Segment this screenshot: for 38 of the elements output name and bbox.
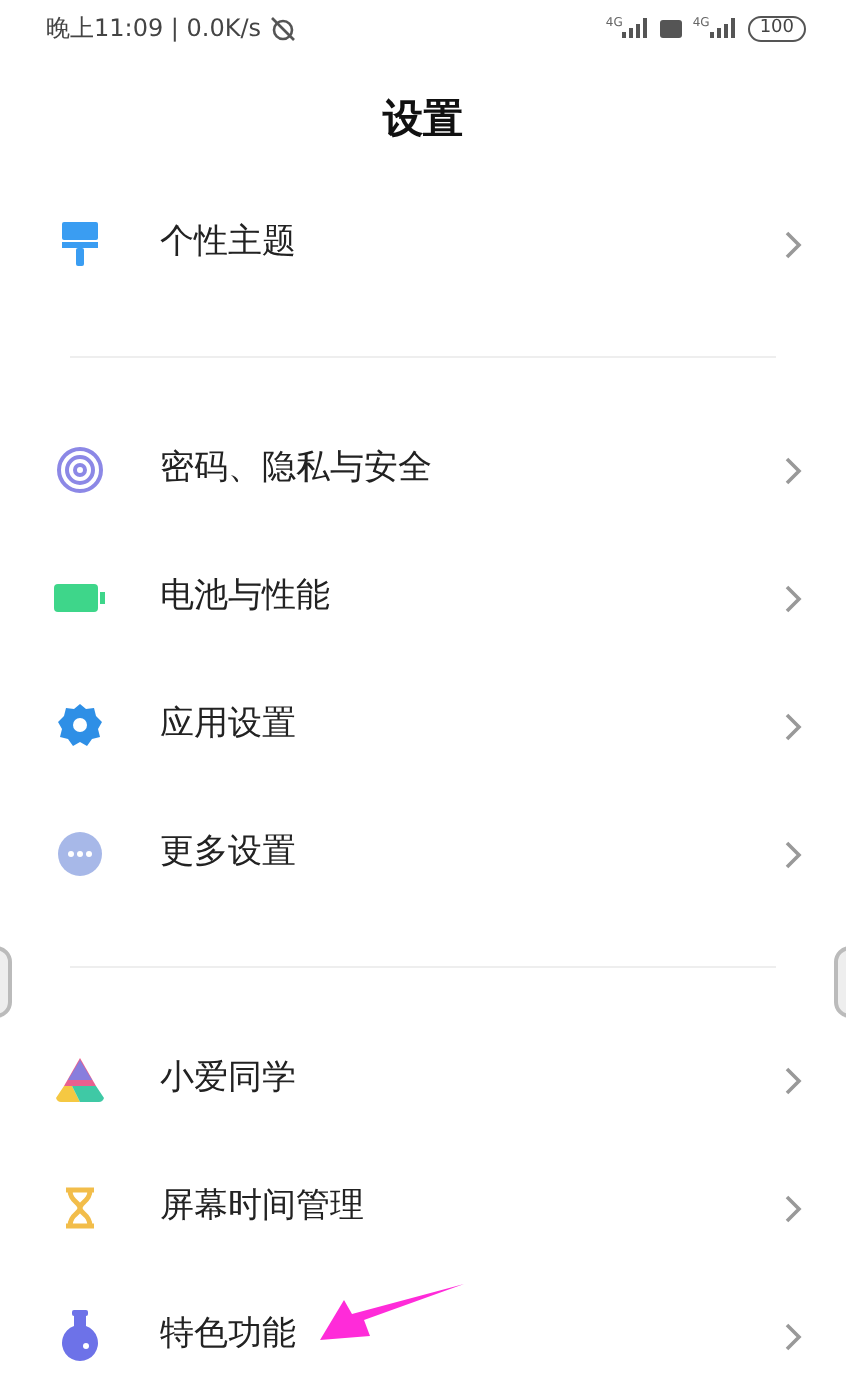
battery-icon [54, 582, 106, 614]
signal-icon [709, 18, 738, 38]
settings-item[interactable]: 密码、隐私与安全 [0, 406, 846, 534]
item-label: 电池与性能 [160, 574, 332, 621]
settings-item[interactable]: 小爱同学 [0, 1016, 846, 1144]
assistant-logo-icon [56, 1058, 104, 1102]
chevron-right-icon [784, 839, 802, 869]
flask-icon [58, 1310, 102, 1362]
hourglass-icon [62, 1186, 98, 1230]
settings-item[interactable]: 电池与性能 [0, 534, 846, 662]
more-icon [56, 830, 104, 878]
item-label: 更多设置 [160, 830, 298, 877]
item-label: 密码、隐私与安全 [160, 446, 434, 493]
gear-icon [56, 702, 104, 750]
chevron-right-icon [784, 455, 802, 485]
fingerprint-icon [56, 446, 104, 494]
chevron-right-icon [784, 1065, 802, 1095]
item-label: 个性主题 [160, 220, 298, 267]
item-label: 特色功能 [160, 1312, 298, 1359]
settings-item[interactable]: 更多设置 [0, 790, 846, 918]
chevron-right-icon [784, 583, 802, 613]
signal-icon [622, 18, 651, 38]
page-title: 设置 [383, 92, 463, 146]
chevron-right-icon [784, 711, 802, 741]
chevron-right-icon [784, 1193, 802, 1223]
item-label: 屏幕时间管理 [160, 1184, 366, 1231]
settings-item[interactable]: 屏幕时间管理 [0, 1144, 846, 1272]
item-label: 应用设置 [160, 702, 298, 749]
status-time: 晚上11:09 | 0.0K/s [46, 12, 262, 46]
settings-item[interactable]: 个性主题 [0, 180, 846, 308]
settings-item[interactable]: 应用设置 [0, 662, 846, 790]
paint-roller-icon [62, 222, 98, 266]
chevron-right-icon [784, 1321, 802, 1351]
alarm-off-icon [269, 15, 296, 41]
item-label: 小爱同学 [160, 1056, 298, 1103]
battery-level: 100 [747, 15, 806, 41]
chevron-right-icon [784, 229, 802, 259]
settings-item[interactable]: 特色功能 [0, 1272, 846, 1392]
